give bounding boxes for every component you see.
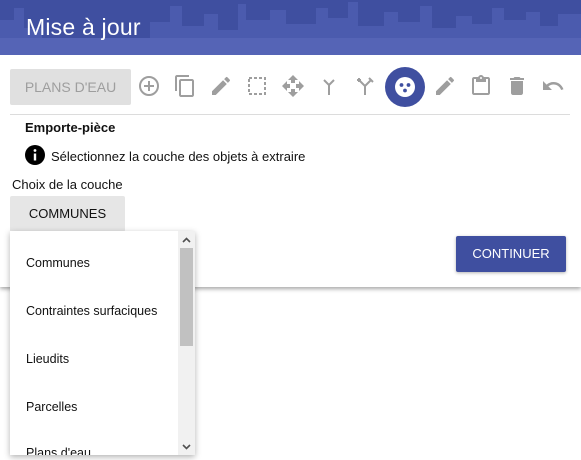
cookie-cutter-button[interactable]	[385, 67, 425, 107]
scroll-up-arrow[interactable]	[178, 231, 195, 248]
copy-icon	[175, 75, 194, 97]
chevron-down-icon	[182, 443, 191, 450]
delete-button[interactable]	[503, 72, 531, 100]
cookie-cutter-icon	[395, 77, 415, 97]
layer-option-parcelles[interactable]: Parcelles	[26, 400, 77, 414]
select-button[interactable]	[243, 72, 271, 100]
toolbar-divider	[10, 114, 570, 115]
current-layer-button[interactable]: PLANS D'EAU	[10, 69, 131, 105]
layer-select[interactable]: COMMUNES	[10, 196, 125, 232]
copy-button[interactable]	[171, 72, 199, 100]
split-button[interactable]	[351, 72, 379, 100]
merge-icon	[323, 79, 335, 95]
undo-icon	[543, 81, 564, 90]
paste-button[interactable]	[467, 72, 495, 100]
page-title: Mise à jour	[26, 14, 141, 40]
toolbar: PLANS D'EAU	[0, 67, 581, 107]
layer-option-plans-d-eau[interactable]: Plans d'eau	[26, 446, 91, 455]
tool-title: Emporte-pièce	[25, 120, 116, 135]
edit-attributes-button[interactable]	[431, 72, 459, 100]
move-arrows-icon	[282, 75, 304, 97]
dashed-selection-icon	[248, 77, 266, 95]
add-feature-button[interactable]	[135, 72, 163, 100]
dropdown-scrollbar[interactable]	[178, 231, 195, 455]
edit-button[interactable]	[207, 72, 235, 100]
pencil-icon	[436, 76, 455, 95]
split-icon	[357, 77, 374, 95]
trash-icon	[510, 77, 524, 95]
scroll-down-arrow[interactable]	[178, 438, 195, 455]
layer-choice-label: Choix de la couche	[12, 177, 123, 192]
move-button[interactable]	[279, 72, 307, 100]
layer-dropdown: Communes Contraintes surfaciques Lieudit…	[10, 231, 195, 455]
header: Mise à jour	[0, 0, 581, 55]
add-circle-icon	[139, 76, 159, 96]
scroll-thumb[interactable]	[180, 248, 193, 346]
layer-option-lieudits[interactable]: Lieudits	[26, 352, 69, 366]
merge-button[interactable]	[315, 72, 343, 100]
undo-button[interactable]	[539, 72, 567, 100]
info-icon	[25, 145, 45, 165]
info-message: Sélectionnez la couche des objets à extr…	[51, 149, 306, 164]
layer-option-contraintes-surfaciques[interactable]: Contraintes surfaciques	[26, 304, 157, 318]
chevron-up-icon	[182, 236, 191, 243]
continue-button[interactable]: CONTINUER	[456, 236, 566, 272]
pencil-icon	[212, 76, 231, 95]
clipboard-icon	[472, 75, 490, 95]
layer-option-communes[interactable]: Communes	[26, 256, 90, 270]
